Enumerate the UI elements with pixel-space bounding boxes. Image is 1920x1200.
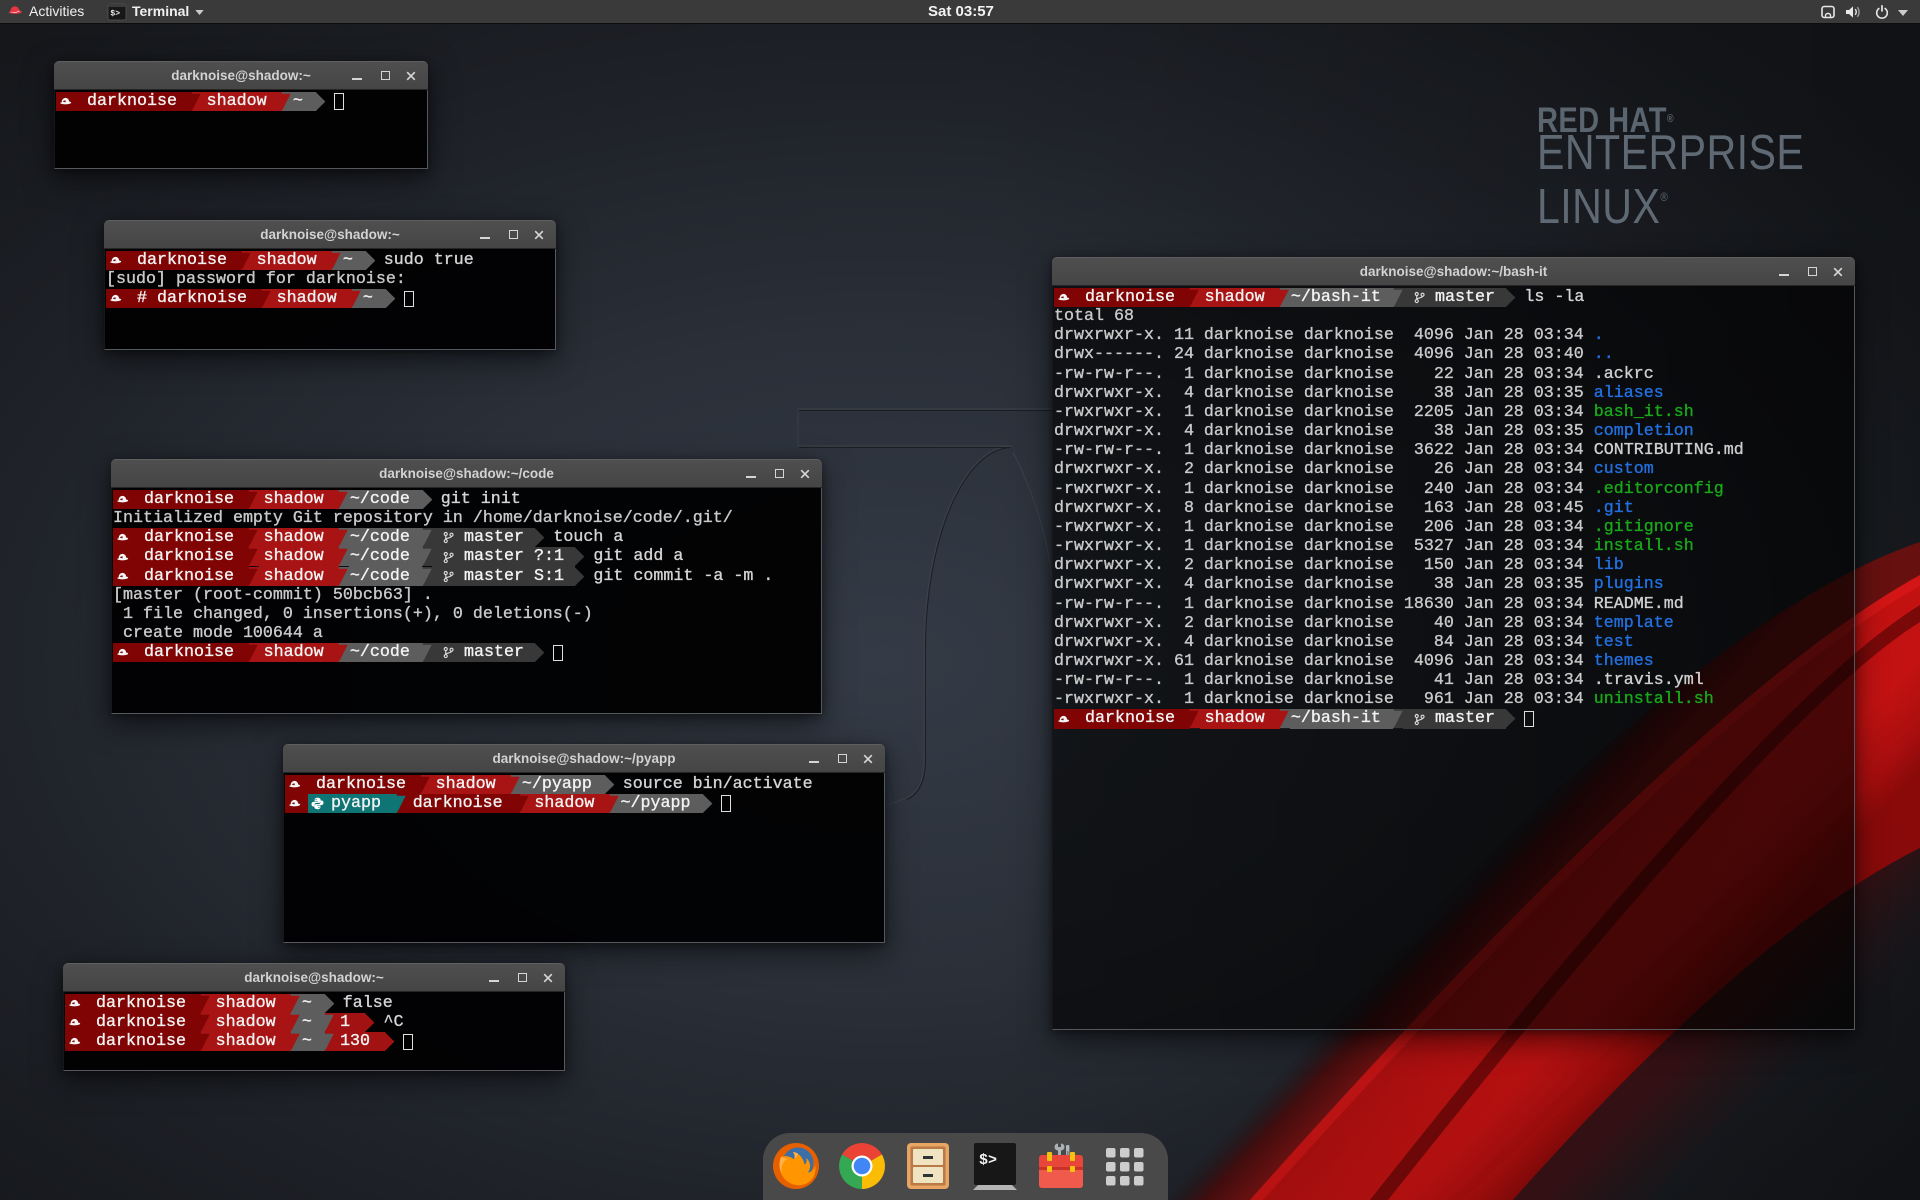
- svg-text:$>: $>: [979, 1152, 997, 1169]
- svg-text:$>: $>: [110, 10, 120, 19]
